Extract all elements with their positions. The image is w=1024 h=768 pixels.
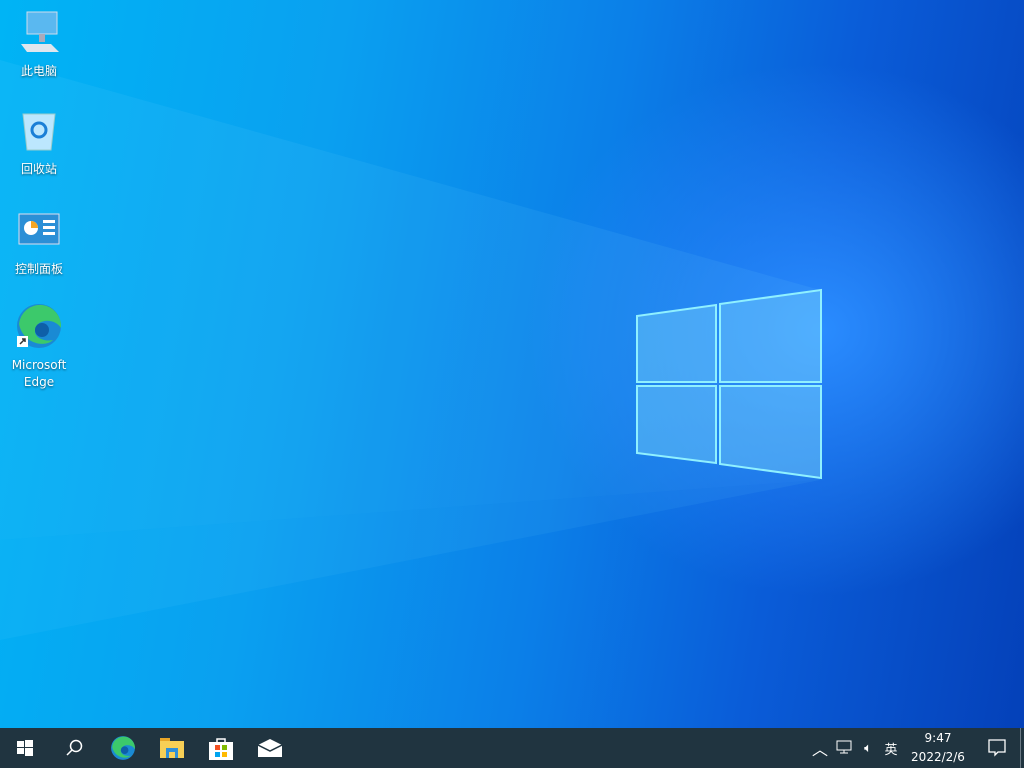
show-desktop-button[interactable] <box>1020 728 1024 768</box>
volume-icon[interactable]: 🔈︎ <box>856 741 880 756</box>
desktop-icon-control-panel[interactable]: 控制面板 <box>4 206 74 278</box>
edge-icon <box>110 736 135 760</box>
taskbar-microsoft-store[interactable] <box>196 728 245 768</box>
folder-icon <box>159 738 184 758</box>
desktop-icon-this-pc[interactable]: 此电脑 <box>4 8 74 80</box>
computer-icon <box>21 11 59 52</box>
taskbar-edge[interactable] <box>98 728 147 768</box>
search-button[interactable] <box>49 728 98 768</box>
clock[interactable]: 9:47 2022/2/6 <box>902 729 974 767</box>
mail-icon <box>257 739 282 757</box>
clock-date: 2022/2/6 <box>911 750 965 764</box>
edge-icon <box>17 304 62 348</box>
control-panel-icon <box>18 213 60 245</box>
clock-time: 9:47 <box>924 731 952 745</box>
taskbar-file-explorer[interactable] <box>147 728 196 768</box>
show-hidden-icons-chevron-up-icon[interactable]: ︿ <box>808 736 832 760</box>
ime-indicator[interactable]: 英 <box>880 739 902 758</box>
taskbar: ︿ 🔈︎ 英 9:47 2022/2/6 <box>0 728 1024 768</box>
desktop-icon-recycle-bin[interactable]: 回收站 <box>4 106 74 178</box>
system-tray: ︿ 🔈︎ 英 9:47 2022/2/6 <box>808 728 1024 768</box>
windows-start-icon <box>16 740 33 756</box>
notification-icon <box>988 739 1006 757</box>
recycle-bin-icon <box>22 113 56 151</box>
network-icon[interactable] <box>832 739 856 758</box>
wallpaper-light-beams <box>0 60 822 640</box>
taskbar-mail[interactable] <box>245 728 294 768</box>
start-button[interactable] <box>0 728 49 768</box>
search-icon <box>65 739 82 756</box>
desktop-icon-edge[interactable]: Microsoft Edge <box>4 302 74 391</box>
action-center-button[interactable] <box>974 739 1020 757</box>
store-icon <box>208 738 233 760</box>
